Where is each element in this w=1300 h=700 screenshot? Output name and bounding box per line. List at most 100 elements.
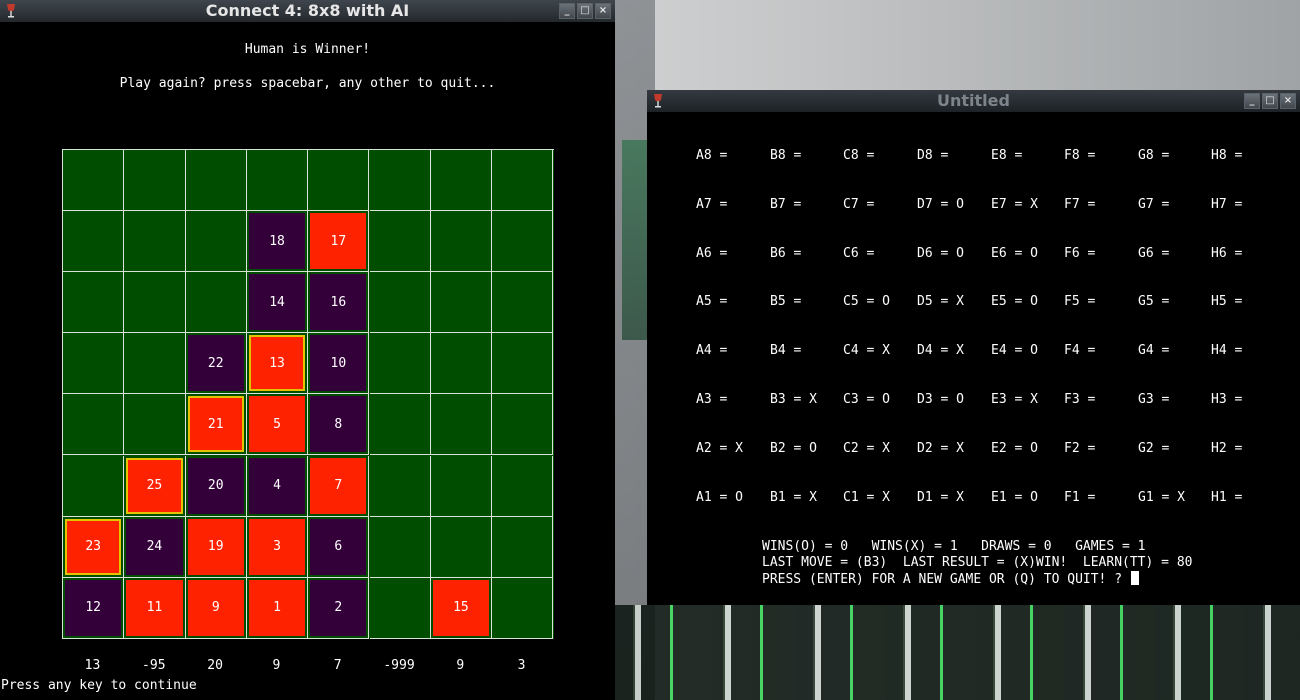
square-entry: C8 = (843, 148, 875, 163)
board-cell[interactable]: 17 (308, 211, 370, 273)
square-entry: F6 = (1064, 245, 1096, 261)
board-cell[interactable] (492, 394, 554, 456)
board-cell[interactable]: 21 (185, 394, 247, 456)
board-cell[interactable] (430, 333, 493, 395)
board-cell[interactable] (369, 455, 431, 517)
board-cell[interactable] (124, 150, 186, 212)
board-cell[interactable] (492, 455, 554, 517)
board-cell[interactable] (185, 211, 247, 273)
new-game-prompt[interactable]: PRESS (ENTER) FOR A NEW GAME OR (Q) TO Q… (762, 571, 1139, 587)
square-entry: G6 = (1138, 245, 1170, 261)
board-cell[interactable] (246, 150, 309, 212)
close-button[interactable]: × (1280, 93, 1296, 109)
square-entry: D6 = O (917, 245, 964, 261)
untitled-titlebar[interactable]: Untitled _ □ × (647, 90, 1300, 112)
board-cell[interactable] (369, 333, 431, 395)
board-cell[interactable] (124, 394, 186, 456)
board-cell[interactable] (369, 516, 431, 578)
wine-glass-icon (654, 94, 662, 108)
square-entry: B5 = (770, 294, 802, 310)
board-cell[interactable] (63, 394, 125, 456)
square-entry: H1 = (1211, 489, 1243, 505)
board-cell[interactable] (185, 150, 247, 212)
square-entry: A2 = X (696, 440, 743, 456)
minimize-button[interactable]: _ (1244, 93, 1260, 109)
connect4-title: Connect 4: 8x8 with AI (205, 1, 410, 20)
board-cell[interactable]: 23 (63, 516, 125, 578)
square-entry: B4 = (770, 343, 802, 359)
board-cell[interactable]: 18 (246, 211, 309, 273)
board-cell[interactable] (63, 455, 125, 517)
board-cell[interactable]: 11 (124, 577, 186, 639)
board-cell[interactable] (492, 272, 554, 334)
board-cell[interactable] (369, 211, 431, 273)
square-entry: D1 = X (917, 489, 964, 505)
board-cell[interactable] (124, 333, 186, 395)
board-cell[interactable]: 2 (308, 577, 370, 639)
board-cell[interactable] (369, 272, 431, 334)
board-cell[interactable] (430, 516, 493, 578)
square-entry: B1 = X (770, 489, 817, 505)
board-cell[interactable]: 7 (308, 455, 370, 517)
board-cell[interactable] (63, 333, 125, 395)
board-cell[interactable] (430, 211, 493, 273)
board-cell[interactable]: 8 (308, 394, 370, 456)
board-cell[interactable] (492, 150, 554, 212)
board-cell[interactable]: 1 (246, 577, 309, 639)
red-disc: 3 (248, 518, 306, 575)
board-cell[interactable] (430, 150, 493, 212)
minimize-button[interactable]: _ (559, 3, 575, 19)
square-entry: D3 = O (917, 392, 964, 407)
board-cell[interactable] (369, 577, 431, 639)
board-cell[interactable]: 22 (185, 333, 247, 395)
maximize-button[interactable]: □ (1262, 93, 1278, 109)
board-cell[interactable]: 20 (185, 455, 247, 517)
maximize-button[interactable]: □ (577, 3, 593, 19)
board-cell[interactable] (492, 211, 554, 273)
board-cell[interactable] (492, 333, 554, 395)
square-entry: B3 = X (770, 392, 817, 407)
board-cell[interactable] (369, 394, 431, 456)
untitled-window[interactable]: Untitled _ □ × A8 = B8 = C8 = D8 = E8 = F8 = G… (647, 90, 1300, 605)
board-cell[interactable] (369, 150, 431, 212)
board-cell[interactable]: 5 (246, 394, 309, 456)
board-cell[interactable] (492, 577, 554, 639)
game-board[interactable]: 18 17 14 16 22 13 10 21 5 8 25 20 4 7 23 24 19 3 6 12 11 9 1 2 1… (62, 149, 554, 639)
board-cell[interactable]: 15 (430, 577, 493, 639)
close-button[interactable]: × (595, 3, 611, 19)
square-entry: A3 = (696, 392, 728, 407)
board-cell[interactable]: 10 (308, 333, 370, 395)
board-cell[interactable] (492, 516, 554, 578)
purple-disc: 22 (187, 335, 244, 392)
board-cell[interactable] (63, 211, 125, 273)
board-cell[interactable]: 6 (308, 516, 370, 578)
board-cell[interactable]: 25 (124, 455, 186, 517)
square-entry: E3 = X (991, 392, 1038, 407)
connect4-titlebar[interactable]: Connect 4: 8x8 with AI _ □ × (0, 0, 615, 22)
square-entry: C3 = O (843, 392, 890, 407)
square-entry: D7 = O (917, 196, 964, 212)
board-cell[interactable] (430, 394, 493, 456)
board-cell[interactable]: 19 (185, 516, 247, 578)
column-score: -95 (142, 658, 166, 673)
board-cell[interactable]: 14 (246, 272, 309, 334)
board-cell[interactable]: 16 (308, 272, 370, 334)
stats-line: WINS(O) = 0 WINS(X) = 1 DRAWS = 0 GAMES … (762, 539, 1146, 554)
board-cell[interactable]: 12 (63, 577, 125, 639)
board-cell[interactable] (185, 272, 247, 334)
board-cell[interactable]: 3 (246, 516, 309, 578)
board-cell[interactable] (124, 272, 186, 334)
board-cell[interactable] (430, 272, 493, 334)
board-cell[interactable]: 9 (185, 577, 247, 639)
connect4-window[interactable]: Connect 4: 8x8 with AI _ □ × Human is Wi… (0, 0, 615, 700)
board-cell[interactable] (63, 272, 125, 334)
square-entry: A1 = O (696, 489, 743, 505)
board-cell[interactable] (308, 150, 370, 212)
board-cell[interactable]: 13 (246, 333, 309, 395)
board-cell[interactable]: 24 (124, 516, 186, 578)
board-cell[interactable]: 4 (246, 455, 309, 517)
board-cell[interactable] (430, 455, 493, 517)
square-entry: G5 = (1138, 294, 1170, 310)
board-cell[interactable] (63, 150, 125, 212)
board-cell[interactable] (124, 211, 186, 273)
